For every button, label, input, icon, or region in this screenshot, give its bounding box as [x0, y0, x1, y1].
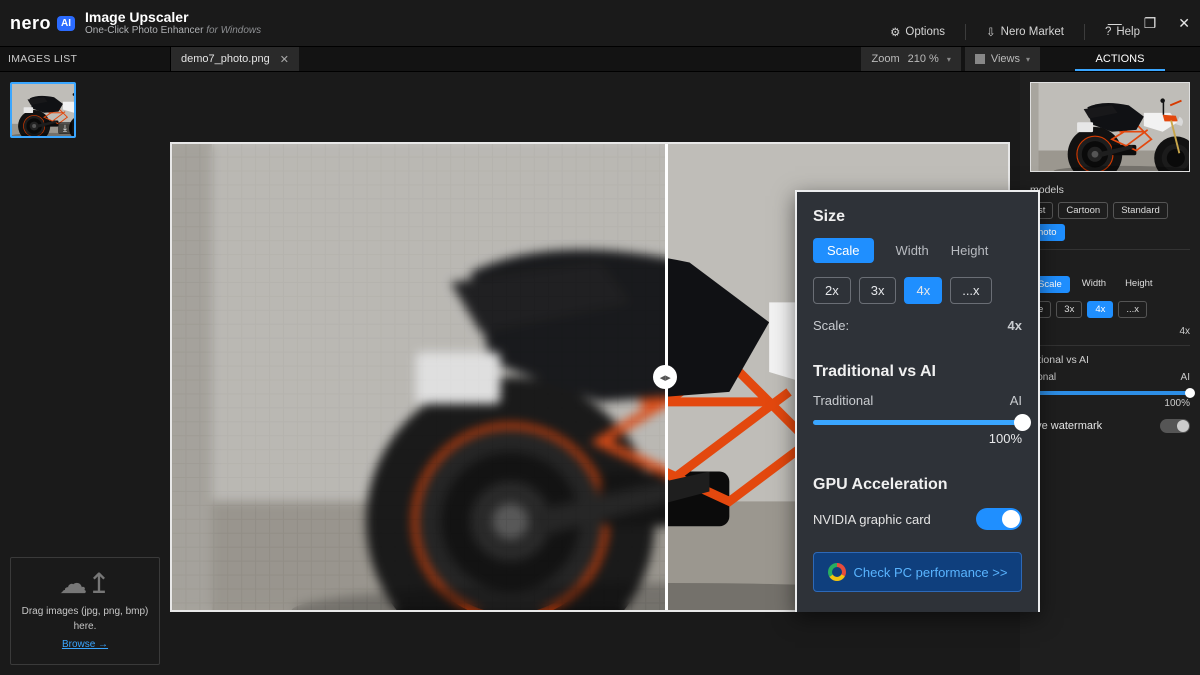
help-icon: ? — [1105, 26, 1111, 38]
sidebar-images: ⤓ ☁↥ Drag images (jpg, png, bmp) here. B… — [0, 72, 170, 675]
preset-2x[interactable]: 2x — [813, 277, 851, 304]
menu-separator — [965, 24, 966, 40]
zoom-control[interactable]: Zoom 210 % ▾ — [861, 47, 960, 71]
preset-3x[interactable]: 3x — [1056, 301, 1082, 318]
ai-badge: AI — [57, 16, 75, 31]
preset-4x[interactable]: 4x — [904, 277, 942, 304]
popup-ai-percent: 100% — [813, 431, 1022, 446]
preset-3x[interactable]: 3x — [859, 277, 897, 304]
gpu-toggle[interactable] — [976, 508, 1022, 530]
preset-custom[interactable]: ...x — [1118, 301, 1147, 318]
model-option[interactable]: Standard — [1113, 202, 1168, 219]
market-menu[interactable]: ⇩ Nero Market — [986, 25, 1064, 39]
popup-ai-slider[interactable] — [813, 420, 1022, 425]
drop-zone[interactable]: ☁↥ Drag images (jpg, png, bmp) here. Bro… — [10, 557, 160, 665]
preview-thumbnail[interactable] — [1030, 82, 1190, 172]
settings-popup: Size Scale Width Height 2x 3x 4x ...x Sc… — [795, 190, 1040, 612]
tool-row: IMAGES LIST demo7_photo.png ✕ Zoom 210 %… — [0, 46, 1200, 72]
app-logo: nero AI — [10, 13, 75, 34]
size-tab-width[interactable]: Width — [1075, 276, 1113, 293]
upload-icon: ☁↥ — [17, 570, 153, 598]
popup-presets: 2x 3x 4x ...x — [813, 277, 1022, 304]
model-option[interactable]: Cartoon — [1058, 202, 1108, 219]
views-icon — [975, 54, 985, 64]
popup-trad-title: Traditional vs AI — [813, 363, 1022, 381]
gpu-label: NVIDIA graphic card — [813, 512, 931, 527]
watermark-label: ove watermark — [1030, 420, 1102, 432]
chevron-down-icon: ▾ — [947, 55, 951, 64]
images-list-label: IMAGES LIST — [0, 53, 170, 65]
download-icon[interactable]: ⤓ — [58, 122, 72, 134]
ai-slider[interactable] — [1030, 391, 1190, 395]
gauge-icon — [828, 563, 846, 581]
tab-height[interactable]: Height — [951, 243, 989, 258]
market-icon: ⇩ — [986, 25, 996, 39]
popup-gpu-title: GPU Acceleration — [813, 476, 1022, 494]
app-subtitle: One-Click Photo Enhancer for Windows — [85, 25, 261, 37]
file-tab-name: demo7_photo.png — [181, 53, 270, 65]
tab-scale[interactable]: Scale — [813, 238, 874, 263]
compare-handle[interactable]: ◂▸ — [653, 365, 677, 389]
top-menu: ⚙ Options ⇩ Nero Market ? Help — [890, 24, 1140, 40]
popup-size-title: Size — [813, 208, 1022, 226]
image-thumbnail[interactable]: ⤓ — [10, 82, 76, 138]
preset-4x[interactable]: 4x — [1087, 301, 1113, 318]
app-titles: Image Upscaler One-Click Photo Enhancer … — [85, 9, 261, 37]
popup-size-tabs: Scale Width Height — [813, 238, 1022, 263]
size-tab-height[interactable]: Height — [1118, 276, 1159, 293]
preset-custom[interactable]: ...x — [950, 277, 991, 304]
maximize-button[interactable]: ❐ — [1144, 15, 1157, 32]
actions-panel: models st Cartoon Standard hoto e Scale … — [1020, 72, 1200, 675]
file-tab[interactable]: demo7_photo.png ✕ — [170, 47, 299, 71]
chevron-down-icon: ▾ — [1026, 55, 1030, 64]
options-menu[interactable]: ⚙ Options — [890, 25, 945, 39]
size-label: e — [1030, 258, 1190, 270]
app-title: Image Upscaler — [85, 9, 261, 25]
close-tab-icon[interactable]: ✕ — [280, 53, 289, 66]
views-control[interactable]: Views ▾ — [965, 47, 1040, 71]
brand-text: nero — [10, 13, 51, 34]
tab-width[interactable]: Width — [896, 243, 929, 258]
models-label: models — [1030, 184, 1190, 196]
dropzone-text: Drag images (jpg, png, bmp) here. — [17, 604, 153, 634]
check-performance-button[interactable]: Check PC performance >> — [813, 552, 1022, 592]
browse-link[interactable]: Browse → — [62, 639, 108, 650]
actions-tab[interactable]: ACTIONS — [1040, 48, 1200, 70]
help-menu[interactable]: ? Help — [1105, 26, 1140, 38]
model-pills: st Cartoon Standard hoto — [1030, 202, 1190, 241]
trad-vs-ai-label: ditional vs AI — [1030, 354, 1190, 366]
watermark-toggle[interactable] — [1160, 419, 1190, 433]
menu-separator — [1084, 24, 1085, 40]
close-button[interactable]: ✕ — [1178, 15, 1190, 32]
options-icon: ⚙ — [890, 25, 900, 39]
